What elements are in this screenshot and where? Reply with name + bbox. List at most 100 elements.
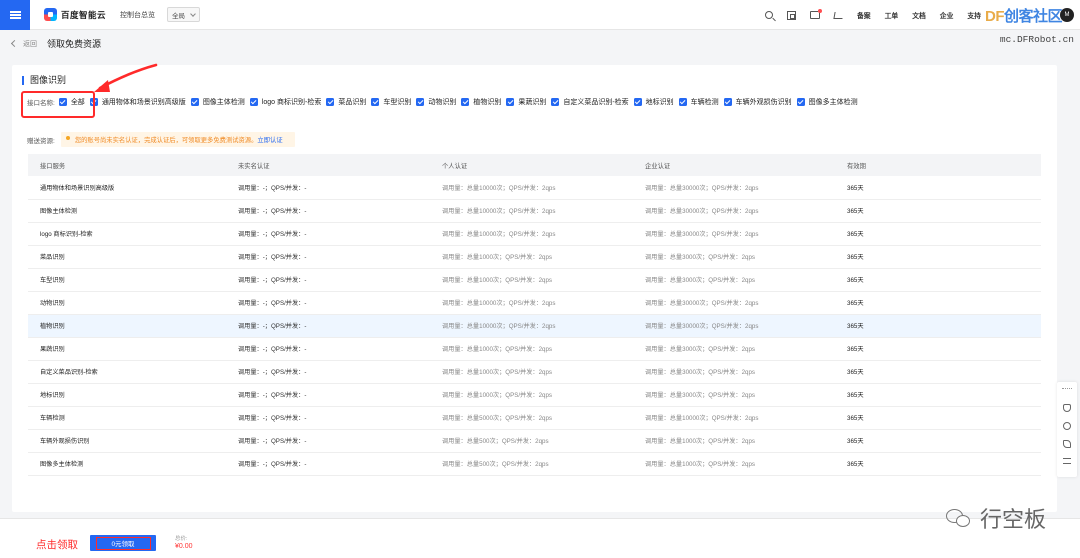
checkbox-checked-icon[interactable] xyxy=(551,98,560,106)
table-row: 车型识别 调用量：-；QPS/并发：- 调用量：总量1000次；QPS/并发：2qp… xyxy=(28,268,1041,292)
cell-enterprise: 调用量：总量3000次；QPS/并发：2qps xyxy=(633,337,835,361)
checkbox-checked-icon[interactable] xyxy=(506,98,515,106)
gift-resource-row: 赠送资源: 您的账号尚未实名认证，完成认证后，可领取更多免费测试资源。立即认证 xyxy=(27,132,295,147)
cell-unverified: 调用量：-；QPS/并发：- xyxy=(226,452,430,476)
filter-option[interactable]: 动物识别 xyxy=(416,97,456,107)
table-row: 果蔬识别 调用量：-；QPS/并发：- 调用量：总量1000次；QPS/并发：2qp… xyxy=(28,337,1041,361)
chevron-left-icon[interactable] xyxy=(10,39,19,48)
cart-icon[interactable] xyxy=(833,11,844,19)
col-header-service: 接口服务 xyxy=(28,154,226,176)
cell-unverified: 调用量：-；QPS/并发：- xyxy=(226,291,430,315)
filter-option[interactable]: 车辆外观损伤识别 xyxy=(723,97,792,107)
filter-option[interactable]: 图像主体检测 xyxy=(190,97,245,107)
table-header-row: 接口服务 未实名认证 个人认证 企业认证 有效期 xyxy=(28,154,1041,176)
nav-link-docs[interactable]: 文档 xyxy=(912,10,926,20)
filter-option[interactable]: 图像多主体检测 xyxy=(796,97,858,107)
cell-validity: 365天 xyxy=(835,291,1041,315)
message-icon[interactable] xyxy=(810,9,823,19)
checkbox-checked-icon[interactable] xyxy=(371,98,380,106)
filter-option[interactable]: 自定义菜品识别-检索 xyxy=(551,97,629,107)
help-icon[interactable] xyxy=(1063,422,1071,430)
cell-validity: 365天 xyxy=(835,383,1041,407)
nav-link-beian[interactable]: 备案 xyxy=(857,10,871,20)
notice-text: 您的账号尚未实名认证，完成认证后，可领取更多免费测试资源。 xyxy=(74,137,258,144)
filter-option[interactable]: logo 商标识别-检索 xyxy=(249,97,321,107)
checkbox-checked-icon[interactable] xyxy=(723,98,732,106)
nav-link-ticket[interactable]: 工单 xyxy=(885,10,899,20)
annotation-highlight-box xyxy=(21,91,95,118)
cell-service: 果蔬识别 xyxy=(28,337,226,361)
col-header-unverified: 未实名认证 xyxy=(226,154,430,176)
cell-service: 车型识别 xyxy=(28,268,226,292)
checkbox-checked-icon[interactable] xyxy=(461,98,470,106)
filter-option[interactable]: 通用物体和场景识别高级版 xyxy=(89,97,186,107)
cell-service: 图像多主体检测 xyxy=(28,452,226,476)
nav-link-enterprise[interactable]: 企业 xyxy=(940,10,954,20)
cell-service: 动物识别 xyxy=(28,291,226,315)
cell-unverified: 调用量：-；QPS/并发：- xyxy=(226,406,430,430)
apps-grid-icon[interactable] xyxy=(787,10,797,20)
cell-service: 菜品识别 xyxy=(28,245,226,269)
cell-personal: 调用量：总量10000次；QPS/并发：2qps xyxy=(430,291,633,315)
filter-option[interactable]: 车辆检测 xyxy=(678,97,719,107)
bottom-action-bar: 点击领取 0元领取 总价: ¥0.00 行空板 xyxy=(0,507,1080,558)
avatar[interactable]: M xyxy=(1060,8,1074,22)
cell-personal: 调用量：总量1000次；QPS/并发：2qps xyxy=(430,337,633,361)
checkbox-checked-icon[interactable] xyxy=(796,98,805,106)
page-title: 领取免费资源 xyxy=(47,39,102,49)
col-header-personal: 个人认证 xyxy=(430,154,633,176)
nav-link-support[interactable]: 支持 xyxy=(967,10,981,20)
dfrobot-watermark-url: mc.DFRobot.cn xyxy=(999,34,1074,45)
cell-enterprise: 调用量：总量3000次；QPS/并发：2qps xyxy=(633,383,835,407)
table-row: logo 商标识别-检索 调用量：-；QPS/并发：- 调用量：总量10000次；Q… xyxy=(28,222,1041,246)
table-row: 车辆检测 调用量：-；QPS/并发：- 调用量：总量5000次；QPS/并发：2qp… xyxy=(28,406,1041,430)
wechat-watermark: 行空板 xyxy=(945,502,1046,534)
cell-enterprise: 调用量：总量3000次；QPS/并发：2qps xyxy=(633,360,835,384)
cell-personal: 调用量：总量10000次；QPS/并发：2qps xyxy=(430,222,633,246)
shield-icon[interactable] xyxy=(1063,404,1071,412)
cell-unverified: 调用量：-；QPS/并发：- xyxy=(226,360,430,384)
cell-validity: 365天 xyxy=(835,429,1041,453)
checkbox-checked-icon[interactable] xyxy=(633,98,642,106)
table-row: 菜品识别 调用量：-；QPS/并发：- 调用量：总量1000次；QPS/并发：2qp… xyxy=(28,245,1041,269)
cell-validity: 365天 xyxy=(835,222,1041,246)
back-link[interactable]: 返回 xyxy=(23,39,37,49)
console-overview-link[interactable]: 控制台总览 xyxy=(120,10,155,20)
region-select[interactable]: 全局 xyxy=(167,7,201,22)
brand-logo[interactable]: 百度智能云 xyxy=(44,8,106,21)
cell-validity: 365天 xyxy=(835,452,1041,476)
filter-option[interactable]: 菜品识别 xyxy=(326,97,366,107)
cell-unverified: 调用量：-；QPS/并发：- xyxy=(226,245,430,269)
cell-validity: 365天 xyxy=(835,199,1041,223)
checkbox-checked-icon[interactable] xyxy=(190,98,199,106)
phone-icon[interactable] xyxy=(1063,440,1071,448)
menu-icon[interactable] xyxy=(0,0,30,30)
cell-enterprise: 调用量：总量3000次；QPS/并发：2qps xyxy=(633,268,835,292)
table-row: 植物识别 调用量：-；QPS/并发：- 调用量：总量10000次；QPS/并发：2q… xyxy=(28,314,1041,338)
checkbox-checked-icon[interactable] xyxy=(249,98,258,106)
total-price-label: 总价: xyxy=(175,536,188,542)
drag-handle-icon[interactable] xyxy=(1062,388,1072,390)
chevron-down-icon xyxy=(190,10,196,17)
table-row: 车辆外观损伤识别 调用量：-；QPS/并发：- 调用量：总量500次；QPS/并发：… xyxy=(28,429,1041,453)
verify-now-link[interactable]: 立即认证 xyxy=(257,137,282,144)
cell-validity: 365天 xyxy=(835,176,1041,200)
checkbox-checked-icon[interactable] xyxy=(416,98,425,106)
gift-label: 赠送资源: xyxy=(27,137,55,145)
filter-option[interactable]: 车型识别 xyxy=(371,97,411,107)
filter-option[interactable]: 果蔬识别 xyxy=(506,97,546,107)
checkbox-checked-icon[interactable] xyxy=(678,98,687,106)
checkbox-checked-icon[interactable] xyxy=(326,98,335,106)
cell-personal: 调用量：总量10000次；QPS/并发：2qps xyxy=(430,314,633,338)
filter-option[interactable]: 地标识别 xyxy=(633,97,674,107)
cell-service: 自定义菜品识别-检索 xyxy=(28,360,226,384)
search-icon[interactable] xyxy=(765,11,774,19)
cell-enterprise: 调用量：总量3000次；QPS/并发：2qps xyxy=(633,245,835,269)
cell-unverified: 调用量：-；QPS/并发：- xyxy=(226,337,430,361)
cell-service: 车辆外观损伤识别 xyxy=(28,429,226,453)
filter-option[interactable]: 植物识别 xyxy=(461,97,501,107)
table-body: 通用物体和场景识别高级版 调用量：-；QPS/并发：- 调用量：总量10000次；Q… xyxy=(28,176,1041,476)
total-price-value: ¥0.00 xyxy=(175,543,193,550)
expand-icon[interactable] xyxy=(1063,458,1071,464)
table-row: 自定义菜品识别-检索 调用量：-；QPS/并发：- 调用量：总量1000次；QPS/… xyxy=(28,360,1041,384)
